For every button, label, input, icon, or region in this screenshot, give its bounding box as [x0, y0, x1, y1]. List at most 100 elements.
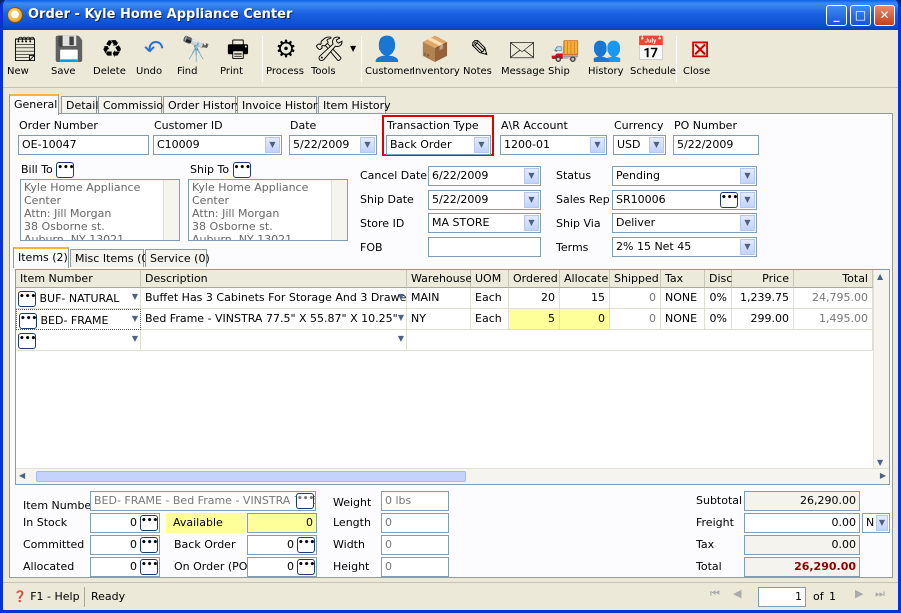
next-page-icon[interactable]: ▶ — [855, 587, 863, 600]
tab-items[interactable]: Items (2) — [13, 247, 69, 268]
table-row-new-description[interactable]: ▼ — [141, 330, 407, 351]
store-id-combo[interactable]: MA STORE ▼ — [428, 213, 541, 233]
table-row-2-price[interactable]: 299.00 — [732, 309, 794, 330]
weight-field[interactable]: 0 lbs — [381, 491, 449, 511]
committed-field[interactable]: 0 ••• — [90, 535, 160, 555]
close-window-button[interactable]: ✕ — [874, 5, 895, 26]
width-field[interactable]: 0 — [381, 535, 449, 555]
tab-misc-items[interactable]: Misc Items (0) — [70, 249, 153, 267]
chevron-down-icon[interactable]: ▼ — [360, 137, 375, 153]
chevron-down-icon[interactable]: ▼ — [398, 292, 404, 301]
allocated-lookup-button[interactable]: ••• — [140, 559, 158, 575]
tools-dropdown-arrow-icon[interactable]: ▼ — [350, 44, 356, 53]
table-row-2-item-number[interactable]: ••• BED- FRAME ▼ — [16, 309, 141, 330]
committed-lookup-button[interactable]: ••• — [140, 537, 158, 553]
freight-field[interactable]: 0.00 — [744, 513, 860, 533]
on-order-field[interactable]: 0 ••• — [247, 557, 317, 577]
chevron-down-icon[interactable]: ▼ — [740, 168, 755, 184]
col-total[interactable]: Total — [794, 270, 873, 288]
order-number-field[interactable]: OE-10047 — [18, 135, 149, 155]
chevron-down-icon[interactable]: ▼ — [876, 515, 888, 531]
height-field[interactable]: 0 — [381, 557, 449, 577]
scroll-up-icon[interactable]: ▲ — [877, 272, 883, 281]
tab-general[interactable]: General — [9, 94, 59, 115]
chevron-down-icon[interactable]: ▼ — [398, 334, 404, 343]
freight-flag-combo[interactable]: N ▼ — [862, 513, 890, 533]
table-row-1-total[interactable]: 24,795.00 — [794, 288, 873, 309]
chevron-down-icon[interactable]: ▼ — [132, 314, 138, 323]
col-warehouse[interactable]: Warehouse — [407, 270, 472, 288]
table-row-2-ordered[interactable]: 5 — [509, 309, 560, 330]
col-shipped[interactable]: Shipped — [610, 270, 661, 288]
ship-button[interactable]: 🚚 Ship — [548, 33, 582, 85]
chevron-down-icon[interactable]: ▼ — [740, 192, 755, 208]
table-row-1-uom[interactable]: Each — [471, 288, 509, 309]
table-row-new-rest[interactable] — [407, 330, 873, 351]
scroll-thumb[interactable] — [36, 471, 466, 482]
on-order-lookup-button[interactable]: ••• — [297, 559, 315, 575]
find-button[interactable]: 🔭 Find — [177, 33, 215, 85]
tools-button[interactable]: 🛠 Tools — [311, 33, 347, 85]
schedule-button[interactable]: 📅 Schedule — [630, 33, 676, 85]
table-row-2-description[interactable]: Bed Frame - VINSTRA 77.5" X 55.87" X 10.… — [141, 309, 407, 330]
chevron-down-icon[interactable]: ▼ — [740, 215, 755, 231]
item-number-field[interactable]: BED- FRAME - Bed Frame - VINSTRA 77.5" •… — [90, 491, 316, 511]
sales-rep-combo[interactable]: SR10006 ••• ▼ — [612, 190, 757, 210]
back-order-field[interactable]: 0 ••• — [247, 535, 317, 555]
table-row-1-item-number[interactable]: ••• BUF- NATURAL ▼ — [16, 288, 141, 309]
in-stock-field[interactable]: 0 ••• — [90, 513, 160, 533]
close-button[interactable]: ⊠ Close — [683, 33, 717, 85]
process-button[interactable]: ⚙ Process — [266, 33, 306, 85]
page-number-field[interactable]: 1 — [758, 587, 806, 607]
first-page-icon[interactable]: ⏮ — [710, 587, 720, 601]
delete-button[interactable]: ♻ Delete — [93, 33, 131, 85]
table-row-1-warehouse[interactable]: MAIN — [407, 288, 471, 309]
tab-commission[interactable]: Commission — [98, 96, 170, 114]
col-allocate[interactable]: Allocate — [560, 270, 610, 288]
table-row-1-description[interactable]: Buffet Has 3 Cabinets For Storage And 3 … — [141, 288, 407, 309]
item-number-lookup-button[interactable]: ••• — [296, 493, 314, 509]
maximize-button[interactable]: □ — [850, 5, 871, 26]
new-button[interactable]: 🗒 New — [7, 33, 43, 85]
scroll-down-icon[interactable]: ▼ — [877, 458, 883, 467]
chevron-down-icon[interactable]: ▼ — [740, 239, 755, 255]
transaction-type-combo[interactable]: Back Order ▼ — [386, 135, 491, 155]
ar-account-combo[interactable]: 1200-01 ▼ — [500, 135, 607, 155]
table-row-1-ordered[interactable]: 20 — [509, 288, 560, 309]
tab-service[interactable]: Service (0) — [145, 249, 210, 267]
scroll-right-icon[interactable]: ▶ — [880, 471, 886, 480]
table-row-1-shipped[interactable]: 0 — [610, 288, 661, 309]
table-row-2-allocate[interactable]: 0 — [560, 309, 610, 330]
item-lookup-button[interactable]: ••• — [18, 291, 36, 307]
table-row-2-disc[interactable]: 0% — [705, 309, 732, 330]
col-tax[interactable]: Tax — [661, 270, 705, 288]
tab-item-history[interactable]: Item History — [318, 96, 391, 114]
col-price[interactable]: Price — [732, 270, 794, 288]
terms-combo[interactable]: 2% 15 Net 45 ▼ — [612, 237, 757, 257]
title-bar[interactable]: ● Order - Kyle Home Appliance Center _ □… — [3, 0, 898, 30]
po-number-field[interactable]: 5/22/2009 — [673, 135, 759, 155]
chevron-down-icon[interactable]: ▼ — [524, 215, 539, 231]
fob-field[interactable] — [428, 237, 541, 257]
table-row-1-price[interactable]: 1,239.75 — [732, 288, 794, 309]
bill-to-address[interactable]: Kyle Home Appliance Center Attn: Jill Mo… — [20, 179, 180, 241]
length-field[interactable]: 0 — [381, 513, 449, 533]
notes-button[interactable]: ✎ Notes — [463, 33, 497, 85]
minimize-button[interactable]: _ — [826, 5, 847, 26]
tab-order-history[interactable]: Order History — [163, 96, 242, 114]
table-row-2-tax[interactable]: NONE — [661, 309, 705, 330]
allocated-field[interactable]: 0 ••• — [90, 557, 160, 577]
col-description[interactable]: Description — [141, 270, 407, 288]
bill-to-scrollbar[interactable] — [163, 180, 179, 240]
grid-horizontal-scrollbar[interactable]: ◀ ▶ — [16, 468, 889, 484]
chevron-down-icon[interactable]: ▼ — [398, 313, 404, 322]
tab-detail[interactable]: Detail — [61, 96, 98, 114]
ship-to-scrollbar[interactable] — [331, 180, 347, 240]
last-page-icon[interactable]: ⏭ — [875, 587, 885, 601]
date-picker[interactable]: 5/22/2009 ▼ — [289, 135, 377, 155]
sales-rep-lookup-button[interactable]: ••• — [720, 192, 738, 208]
customer-button[interactable]: 👤 Customer — [365, 33, 414, 85]
table-row-2-total[interactable]: 1,495.00 — [794, 309, 873, 330]
col-uom[interactable]: UOM — [471, 270, 509, 288]
customer-id-combo[interactable]: C10009 ▼ — [153, 135, 282, 155]
